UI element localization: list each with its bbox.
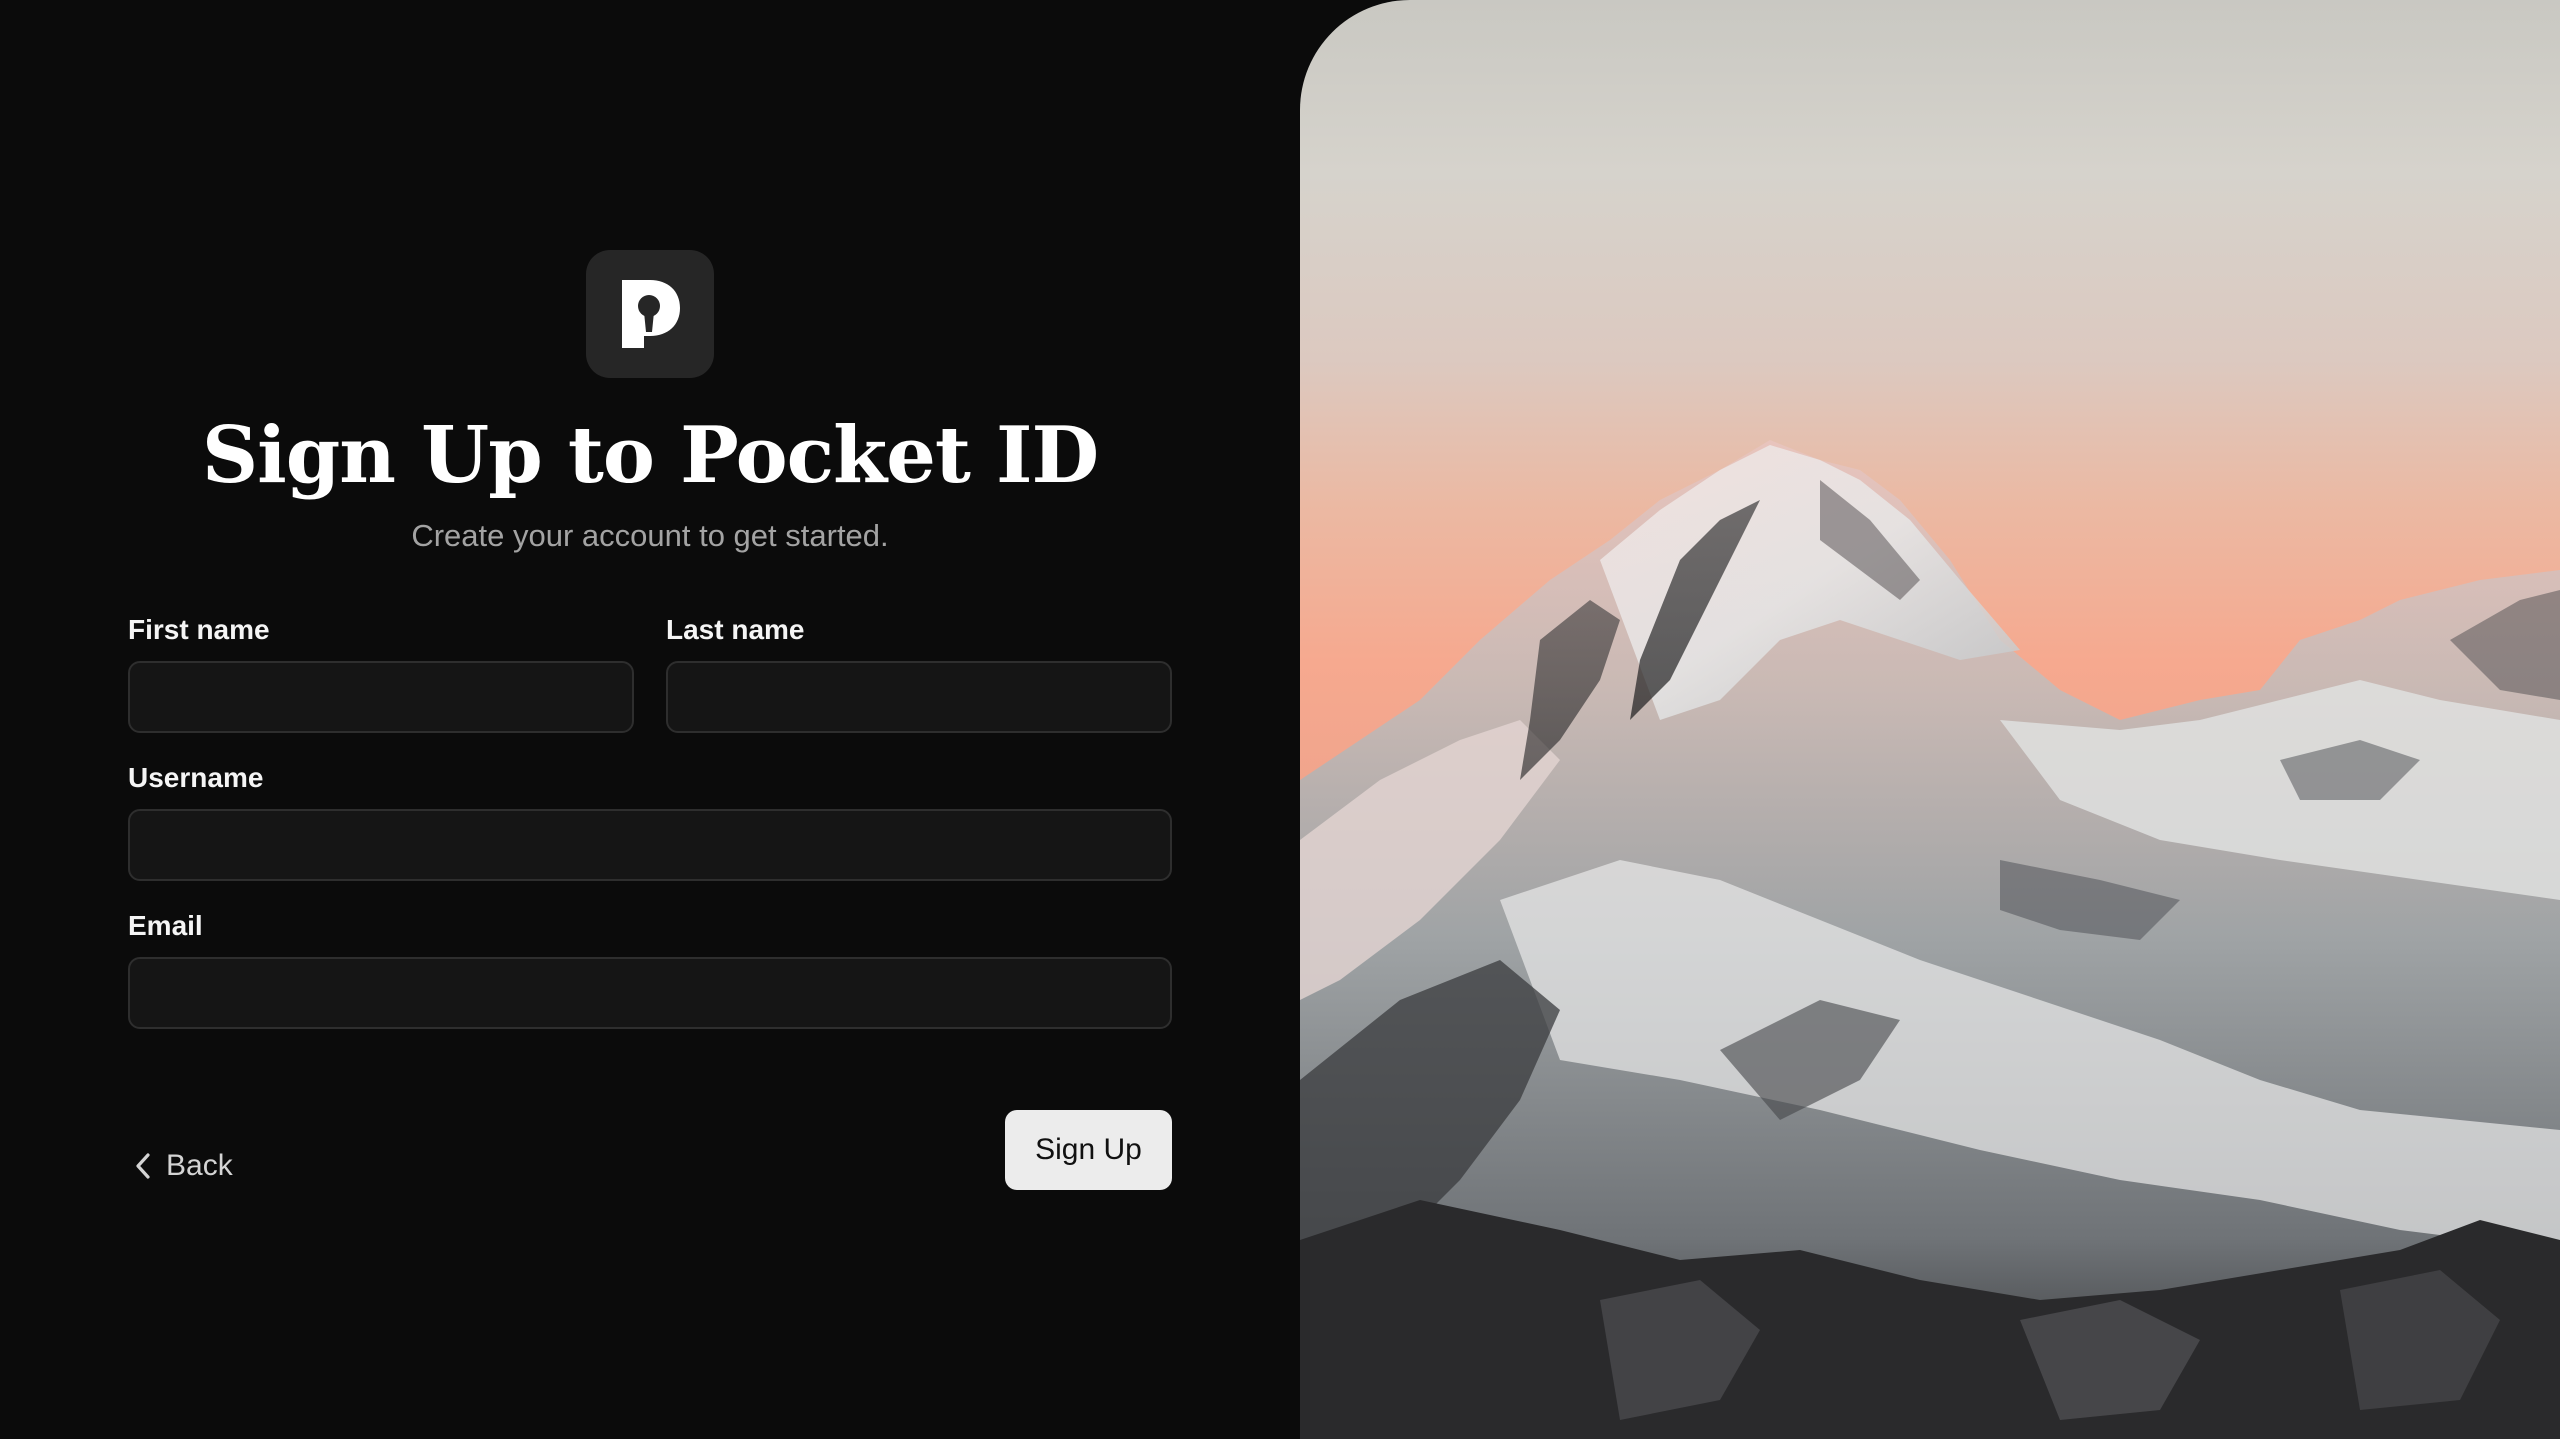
username-label: Username [128, 762, 264, 793]
username-field[interactable] [128, 809, 1172, 881]
pocket-id-logo-icon [586, 250, 714, 378]
page-title: Sign Up to Pocket ID [201, 410, 1099, 501]
last-name-label: Last name [666, 614, 805, 645]
signup-form-panel: Sign Up to Pocket ID Create your account… [0, 0, 1300, 1439]
last-name-field[interactable] [666, 661, 1172, 733]
mountain-photo [1300, 0, 2560, 1439]
sign-up-button[interactable]: Sign Up [1005, 1110, 1172, 1190]
signup-page: Sign Up to Pocket ID Create your account… [0, 0, 2560, 1439]
page-subtitle: Create your account to get started. [411, 518, 889, 553]
first-name-field[interactable] [128, 661, 634, 733]
first-name-label: First name [128, 614, 270, 645]
email-field[interactable] [128, 957, 1172, 1029]
chevron-left-icon [136, 1153, 150, 1179]
logo-glyph [622, 280, 680, 348]
hero-mountain-image [1300, 0, 2560, 1439]
email-label: Email [128, 910, 203, 941]
back-label: Back [166, 1149, 233, 1182]
back-button[interactable]: Back [134, 1149, 233, 1183]
